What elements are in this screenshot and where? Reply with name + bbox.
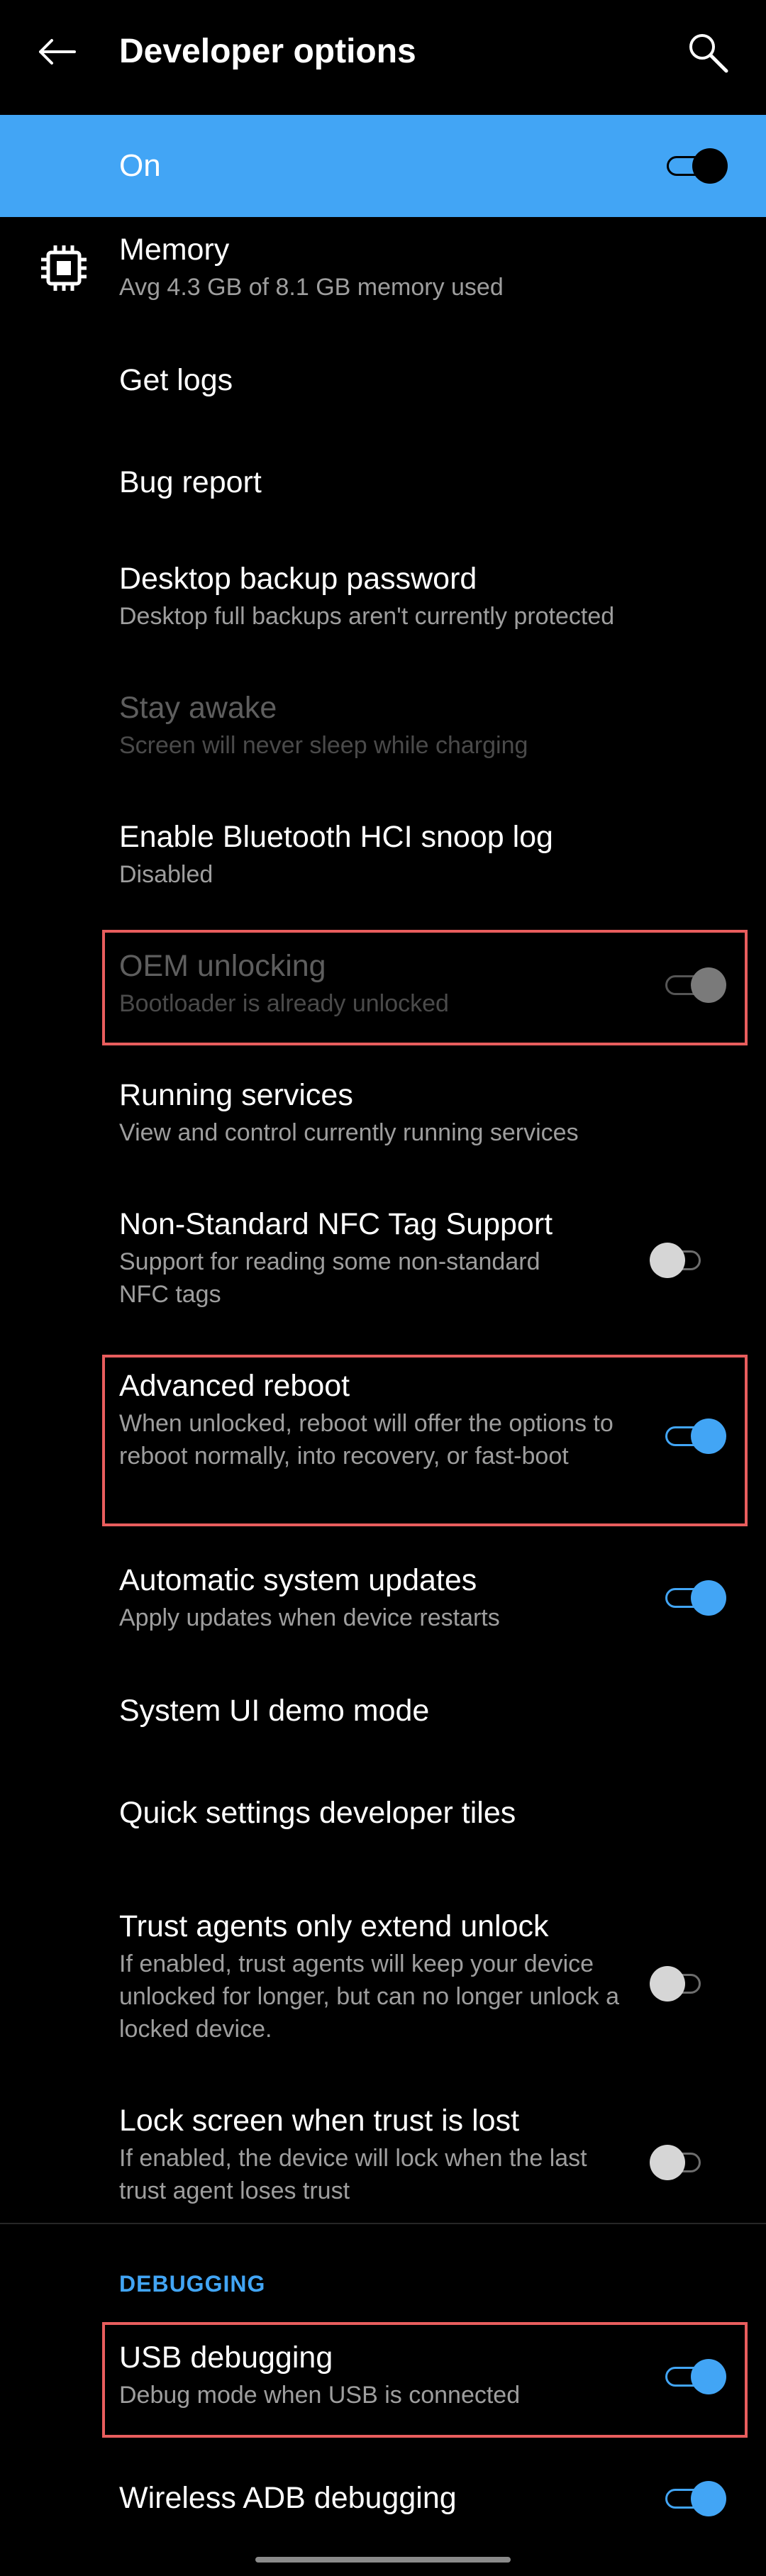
nfc-tag-support-item[interactable]: Non-Standard NFC Tag Support Support for… [0,1194,766,1322]
running-services-item[interactable]: Running services View and control curren… [0,1065,766,1160]
get-logs-title: Get logs [119,363,233,397]
trust-agents-extend-unlock-item[interactable]: Trust agents only extend unlock If enabl… [0,1897,766,2057]
auto-updates-title: Automatic system updates [119,1563,477,1597]
desktop-backup-title: Desktop backup password [119,562,477,596]
wireless-adb-title: Wireless ADB debugging [119,2481,457,2515]
gesture-nav-handle[interactable] [255,2557,511,2563]
oem-unlocking-item: OEM unlocking Bootloader is already unlo… [0,936,766,1031]
running-services-title: Running services [119,1078,353,1112]
lock-screen-trust-title: Lock screen when trust is lost [119,2104,520,2138]
bluetooth-hci-snoop-item[interactable]: Enable Bluetooth HCI snoop log Disabled [0,807,766,902]
advanced-reboot-title: Advanced reboot [119,1369,350,1403]
nfc-tag-toggle-thumb [650,1243,685,1278]
quick-settings-developer-tiles-item[interactable]: Quick settings developer tiles [0,1773,766,1855]
arrow-left-icon [39,39,76,65]
desktop-backup-summary: Desktop full backups aren't currently pr… [119,603,615,630]
master-switch-label: On [119,148,161,183]
memory-item[interactable]: Memory Avg 4.3 GB of 8.1 GB memory used [0,220,766,315]
wireless-adb-toggle[interactable] [664,2478,726,2519]
usb-debugging-toggle-thumb [691,2359,726,2394]
trust-agents-toggle-thumb [650,1966,685,2002]
qs-tiles-title: Quick settings developer tiles [119,1796,516,1830]
desktop-backup-password-item[interactable]: Desktop backup password Desktop full bac… [0,549,766,644]
back-button[interactable] [31,27,81,77]
nfc-tag-title: Non-Standard NFC Tag Support [119,1207,553,1241]
usb-debugging-summary: Debug mode when USB is connected [119,2382,521,2409]
usb-debugging-title: USB debugging [119,2341,333,2375]
bug-report-item[interactable]: Bug report [0,443,766,525]
bt-hci-title: Enable Bluetooth HCI snoop log [119,820,553,854]
master-toggle-thumb [692,148,728,184]
memory-title: Memory [119,233,230,267]
debugging-section-header: DEBUGGING [119,2271,266,2297]
demo-mode-title: System UI demo mode [119,1694,430,1728]
stay-awake-title: Stay awake [119,691,277,725]
advanced-reboot-toggle-thumb [691,1419,726,1454]
oem-unlocking-title: OEM unlocking [119,949,326,983]
trust-agents-title: Trust agents only extend unlock [119,1909,549,1943]
auto-updates-toggle[interactable] [664,1577,726,1619]
lock-screen-trust-toggle[interactable] [650,2142,712,2183]
master-toggle[interactable] [665,145,728,187]
running-services-summary: View and control currently running servi… [119,1119,579,1146]
master-switch-bar[interactable]: On [0,115,766,217]
usb-debugging-item[interactable]: USB debugging Debug mode when USB is con… [0,2328,766,2423]
oem-unlocking-toggle [664,965,726,1006]
wireless-adb-debugging-item[interactable]: Wireless ADB debugging [0,2457,766,2539]
app-bar: Developer options [0,0,766,115]
oem-unlocking-summary: Bootloader is already unlocked [119,990,449,1017]
wireless-adb-toggle-thumb [691,2481,726,2516]
nfc-tag-toggle[interactable] [650,1240,712,1281]
auto-updates-summary: Apply updates when device restarts [119,1604,500,1631]
system-ui-demo-mode-item[interactable]: System UI demo mode [0,1671,766,1753]
nfc-tag-summary: Support for reading some non-standard NF… [119,1248,540,1308]
usb-debugging-toggle[interactable] [664,2356,726,2397]
advanced-reboot-item[interactable]: Advanced reboot When unlocked, reboot wi… [0,1356,766,1516]
get-logs-item[interactable]: Get logs [0,340,766,423]
lock-screen-trust-summary: If enabled, the device will lock when th… [119,2145,587,2204]
search-icon [689,34,728,73]
automatic-system-updates-item[interactable]: Automatic system updates Apply updates w… [0,1550,766,1645]
lock-screen-trust-lost-item[interactable]: Lock screen when trust is lost If enable… [0,2091,766,2219]
trust-agents-summary: If enabled, trust agents will keep your … [119,1950,620,2043]
search-button[interactable] [681,26,735,79]
page-title: Developer options [119,33,416,70]
advanced-reboot-summary: When unlocked, reboot will offer the opt… [119,1410,614,1470]
bug-report-title: Bug report [119,465,262,499]
advanced-reboot-toggle[interactable] [664,1416,726,1457]
memory-summary: Avg 4.3 GB of 8.1 GB memory used [119,274,504,301]
section-divider [0,2223,766,2224]
lock-screen-trust-toggle-thumb [650,2145,685,2180]
oem-unlocking-toggle-thumb [691,967,726,1003]
trust-agents-toggle[interactable] [650,1963,712,2004]
stay-awake-item: Stay awake Screen will never sleep while… [0,678,766,773]
stay-awake-summary: Screen will never sleep while charging [119,732,528,759]
bt-hci-summary: Disabled [119,861,213,888]
auto-updates-toggle-thumb [691,1580,726,1616]
